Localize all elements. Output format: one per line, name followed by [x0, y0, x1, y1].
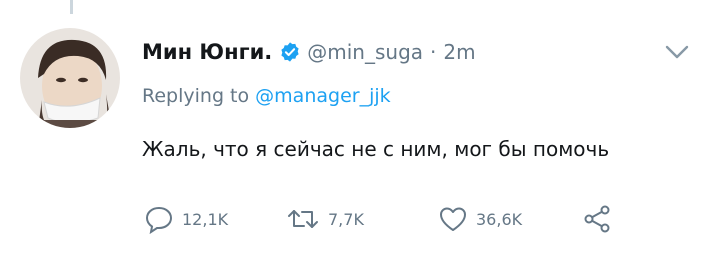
reply-button[interactable]: 12,1K — [144, 202, 228, 236]
separator-dot: · — [430, 40, 437, 64]
tweet-timestamp[interactable]: 2m — [443, 40, 475, 64]
reply-count: 12,1K — [182, 209, 229, 229]
heart-icon — [440, 207, 466, 231]
replying-to-label: Replying to — [142, 85, 250, 107]
retweet-button[interactable]: 7,7K — [286, 202, 364, 236]
replying-to-line: Replying to @manager_jjk — [142, 85, 391, 107]
like-count: 36,6K — [476, 209, 523, 229]
reply-icon — [145, 206, 173, 234]
user-handle[interactable]: @min_suga — [307, 40, 423, 64]
chevron-down-icon[interactable] — [664, 42, 690, 66]
tweet-text: Жаль, что я сейчас не с ним, мог бы помо… — [142, 137, 610, 161]
replying-to-mention[interactable]: @manager_jjk — [255, 85, 390, 107]
like-button[interactable]: 36,6K — [438, 202, 522, 236]
tweet-header: Мин Юнги. @min_suga · 2m — [142, 36, 476, 68]
avatar-image — [20, 28, 120, 128]
share-button[interactable] — [582, 202, 612, 236]
display-name[interactable]: Мин Юнги. — [142, 40, 272, 64]
retweet-count: 7,7K — [328, 209, 364, 229]
avatar[interactable] — [20, 28, 120, 128]
verified-badge-icon — [279, 41, 301, 63]
retweet-icon — [288, 210, 318, 228]
share-icon — [584, 205, 610, 233]
thread-connector-line — [70, 0, 73, 14]
